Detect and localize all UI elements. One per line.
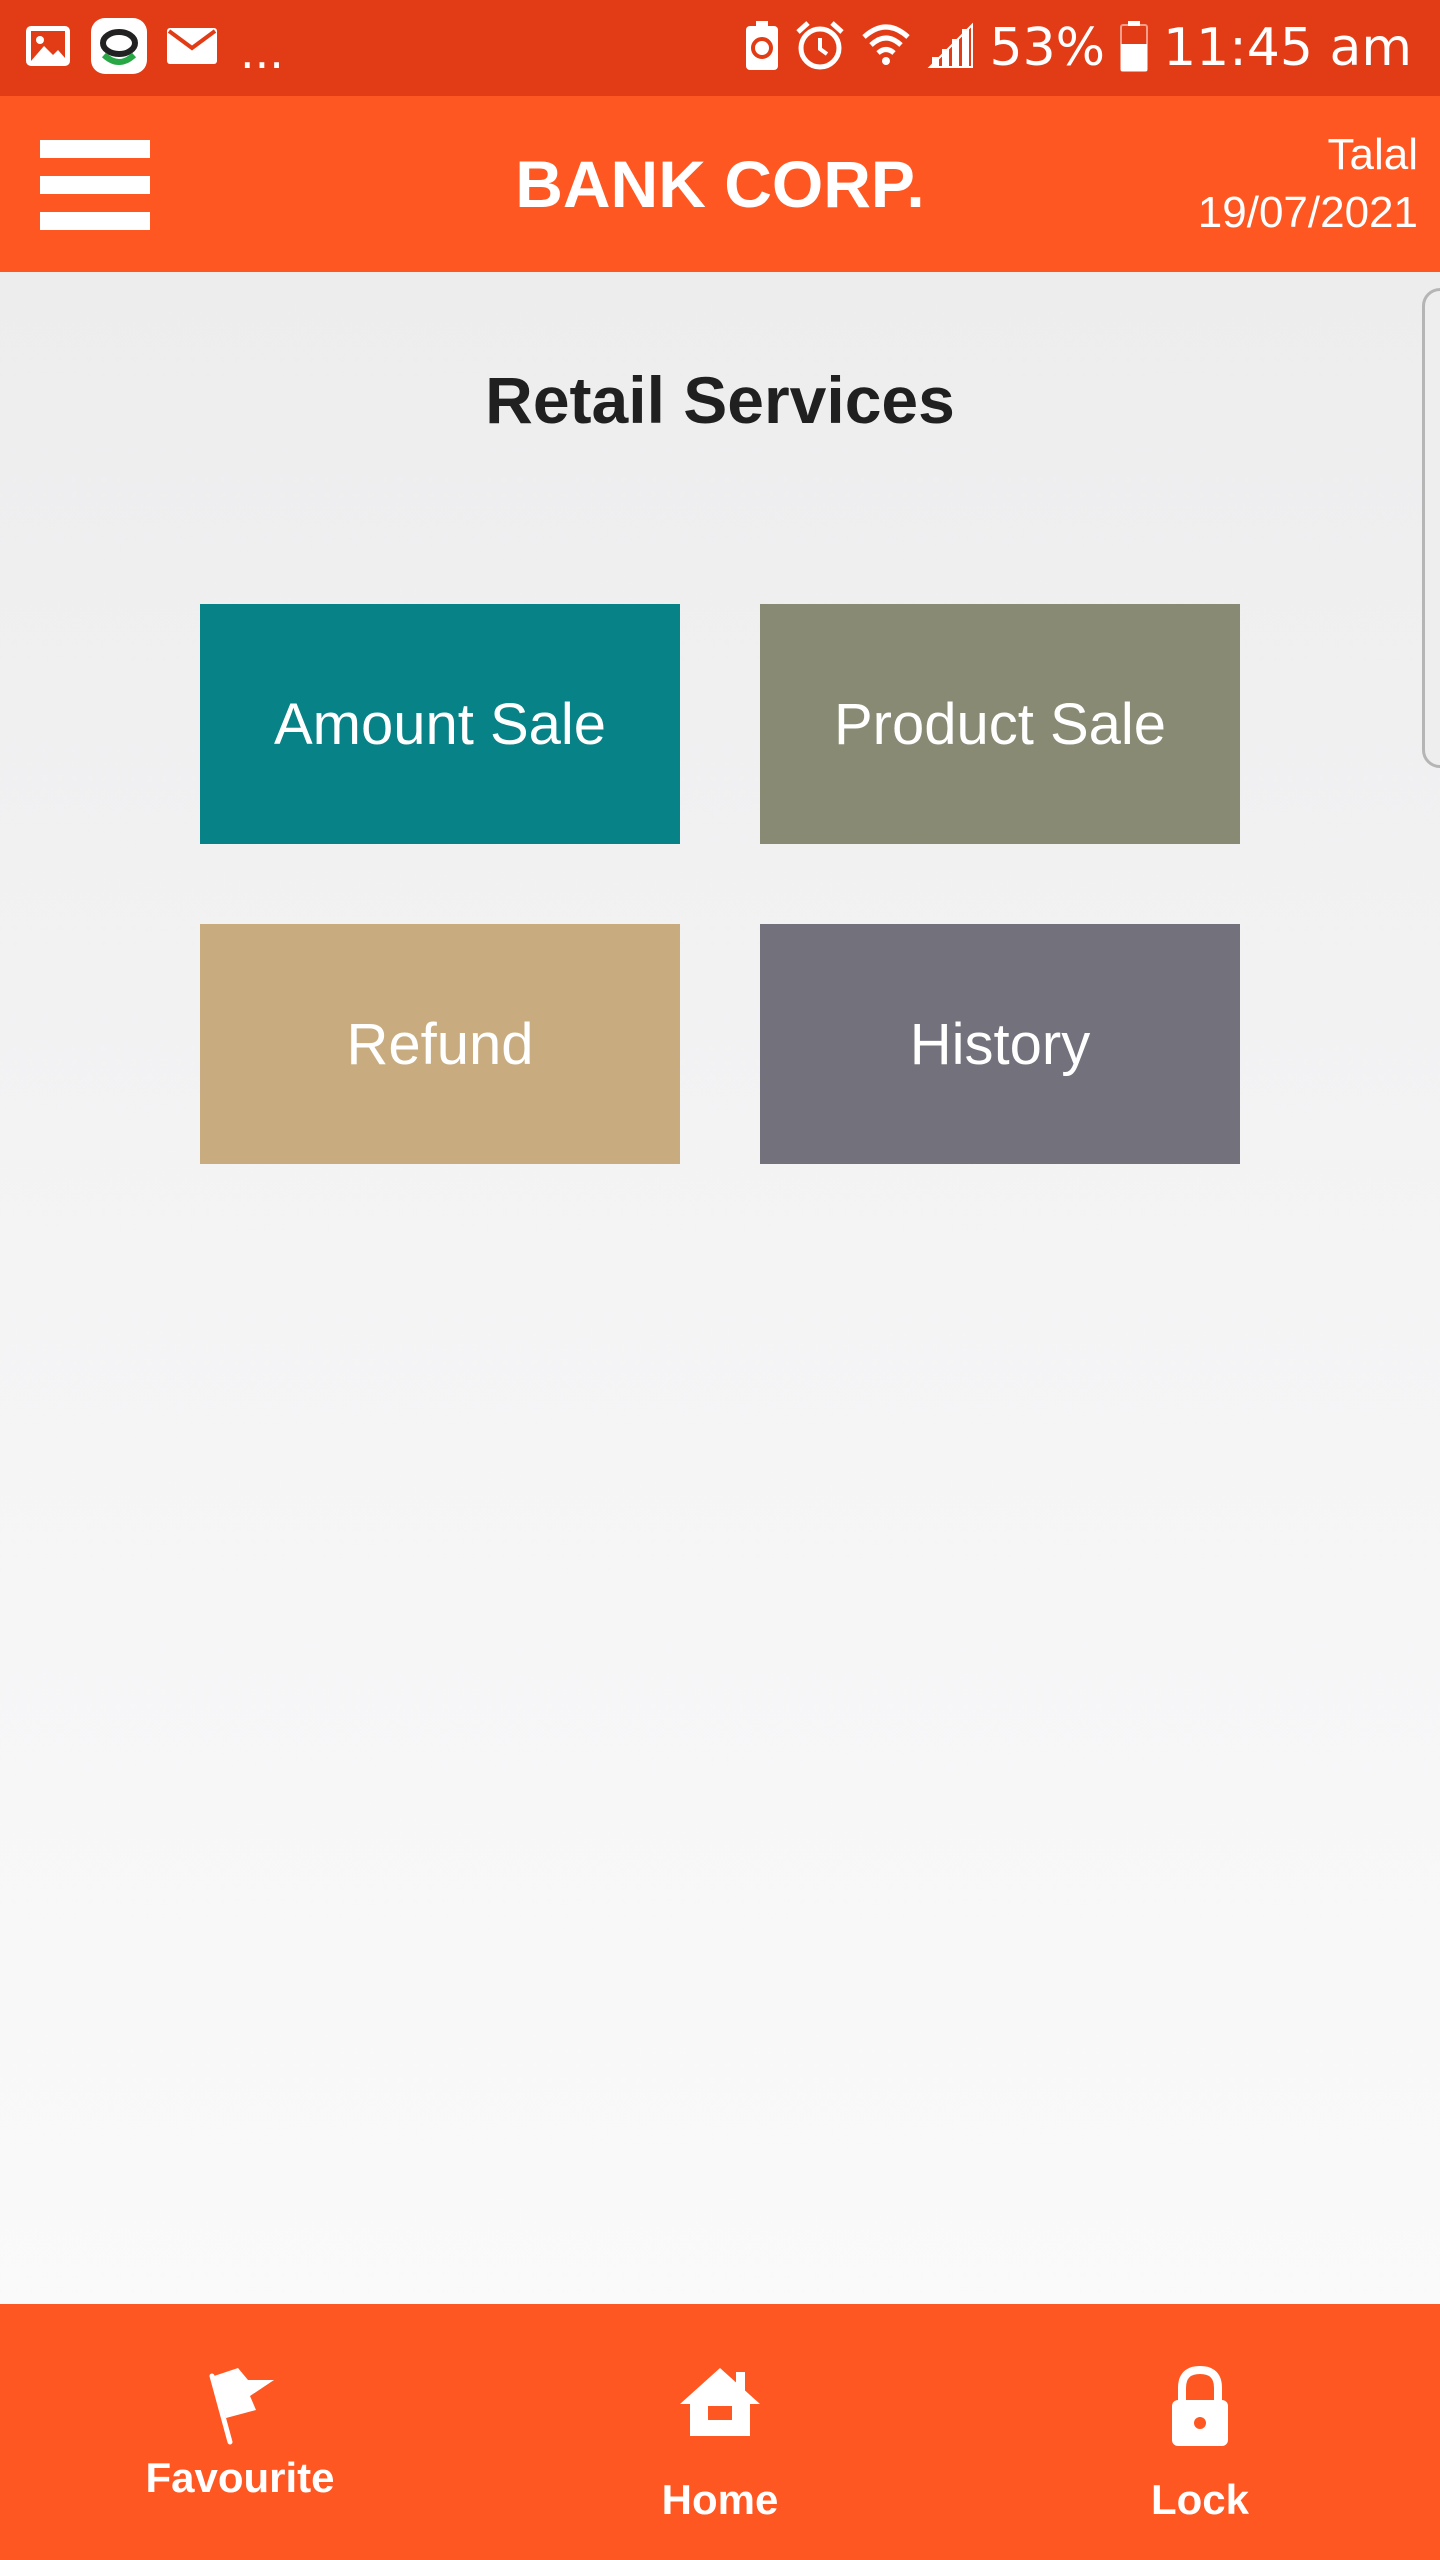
- amount-sale-label: Amount Sale: [273, 691, 607, 757]
- product-sale-label: Product Sale: [833, 691, 1167, 757]
- system-icons: 53% 11:45 am: [744, 14, 1412, 82]
- gallery-icon: [24, 22, 72, 74]
- lock-icon: [960, 2366, 1440, 2448]
- app-icon: [90, 17, 148, 79]
- app-header: BANK CORP. Talal 19/07/2021: [0, 96, 1440, 272]
- product-sale-button[interactable]: Product Sale: [760, 604, 1240, 844]
- amount-sale-button[interactable]: Amount Sale: [200, 604, 680, 844]
- nav-home[interactable]: Home: [480, 2304, 960, 2560]
- nav-favourite[interactable]: Favourite: [0, 2304, 480, 2560]
- refund-button[interactable]: Refund: [200, 924, 680, 1164]
- favourite-label: Favourite: [145, 2454, 335, 2501]
- page-title: Retail Services: [485, 363, 955, 437]
- history-button[interactable]: History: [760, 924, 1240, 1164]
- notification-overflow: ...: [240, 25, 284, 79]
- signal-icon: [926, 21, 976, 75]
- notification-icons: ...: [24, 17, 284, 79]
- battery-percent: 53%: [989, 18, 1106, 78]
- nav-lock[interactable]: Lock: [960, 2304, 1440, 2560]
- flag-icon: [0, 2366, 480, 2446]
- user-name: Talal: [1327, 130, 1419, 179]
- mail-icon: [166, 26, 218, 70]
- battery-icon: [1119, 20, 1149, 76]
- user-info: Talal 19/07/2021: [1198, 126, 1418, 242]
- alarm-icon: [794, 20, 846, 76]
- current-date: 19/07/2021: [1197, 188, 1418, 237]
- wifi-icon: [860, 21, 912, 75]
- home-label: Home: [661, 2476, 779, 2523]
- clock: 11:45 am: [1163, 18, 1412, 78]
- lock-label: Lock: [1150, 2476, 1250, 2523]
- home-icon: [480, 2364, 960, 2440]
- refund-label: Refund: [346, 1011, 534, 1077]
- battery-saver-icon: [744, 20, 780, 76]
- history-label: History: [909, 1011, 1091, 1077]
- status-bar: ... 53% 11:45 am: [0, 0, 1440, 96]
- bottom-navigation: Favourite Home Lock: [0, 2304, 1440, 2560]
